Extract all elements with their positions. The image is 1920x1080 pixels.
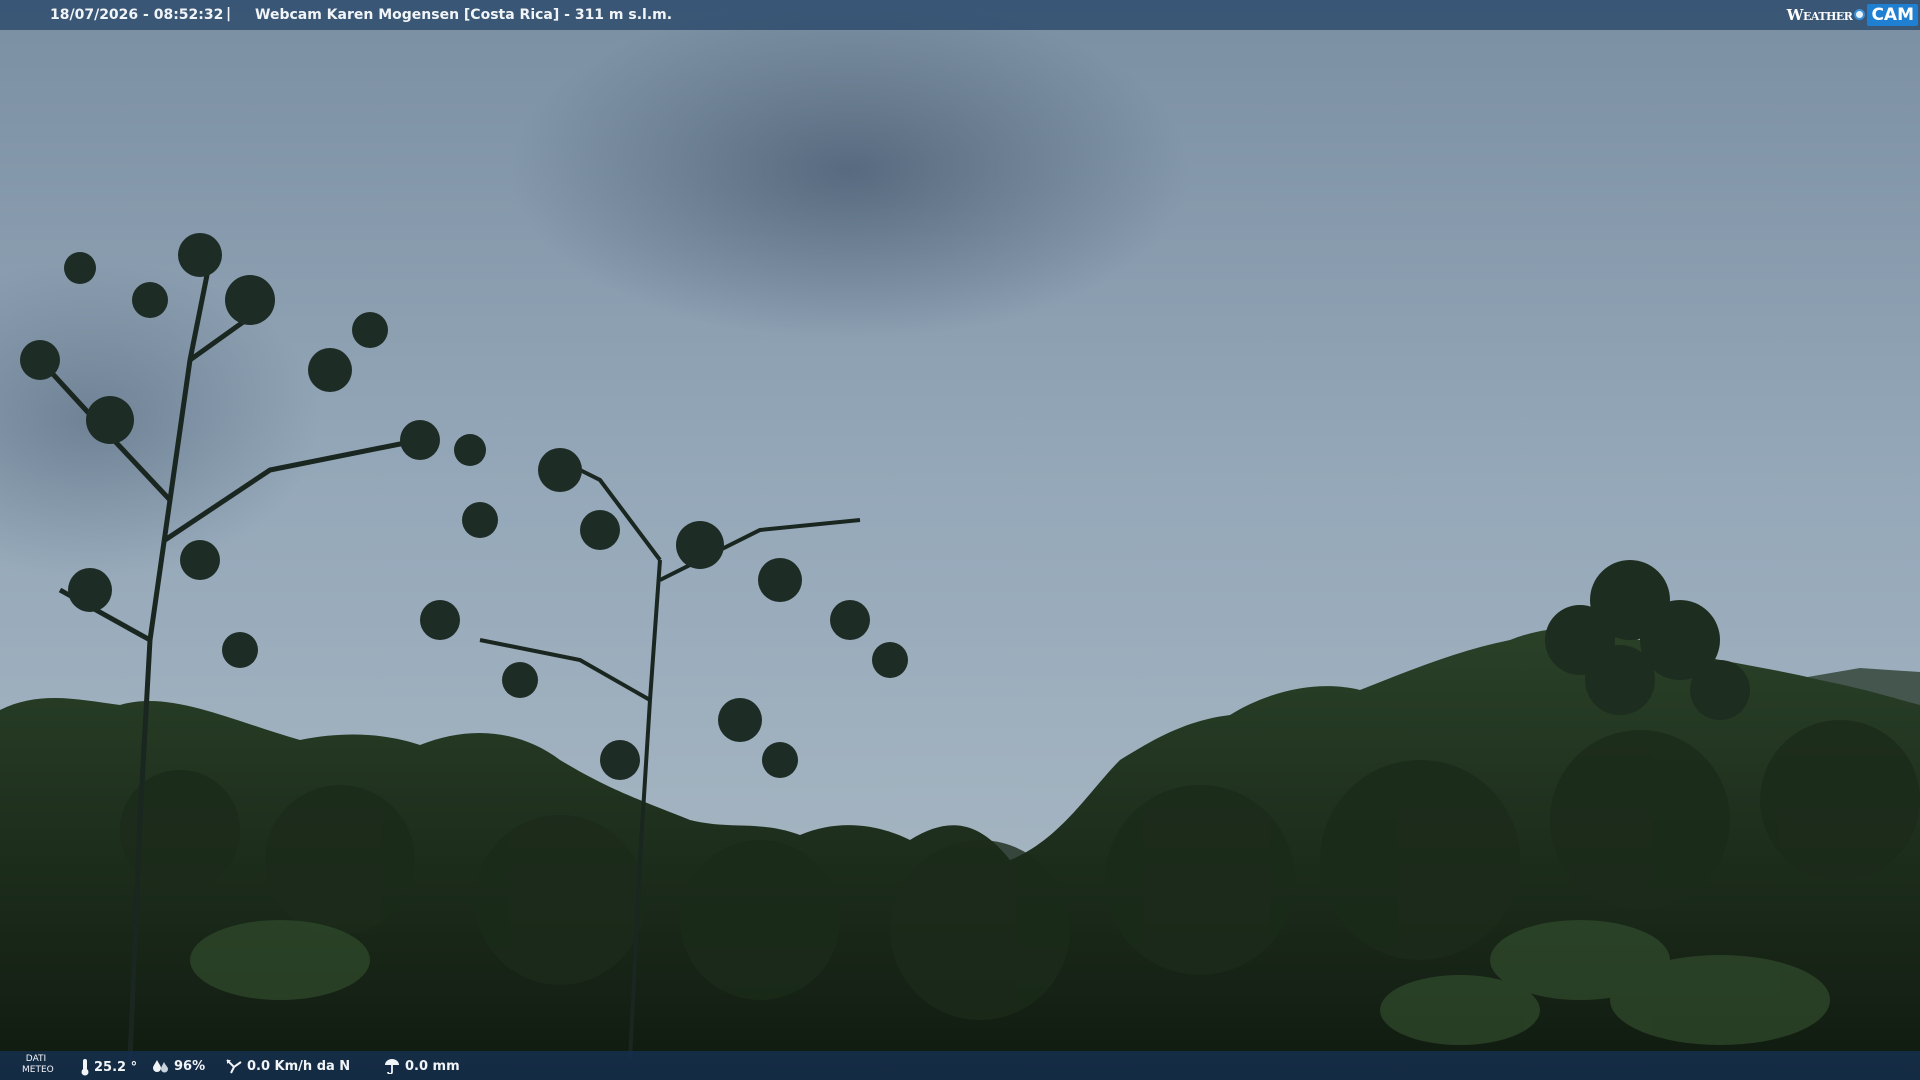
- rain-value: 0.0 mm: [405, 1058, 460, 1074]
- webcam-title: Webcam Karen Mogensen [Costa Rica] - 311…: [255, 7, 673, 23]
- dati-label: DATI: [25, 1054, 47, 1064]
- weathercam-logo[interactable]: Weather CAM: [1787, 1, 1918, 28]
- timestamp: 18/07/2026 - 08:52:32: [50, 7, 224, 23]
- wind-icon: [226, 1059, 242, 1074]
- meteo-label: METEO: [22, 1065, 54, 1075]
- temperature-value: 25.2 °: [94, 1059, 138, 1075]
- wind-readout: 0.0 Km/h da N: [225, 1058, 350, 1074]
- webcam-image: [0, 0, 1920, 1080]
- weather-data-bar: DATI METEO 25.2 ° 96% 0.0 Km/h da N 0.0 …: [0, 1051, 1920, 1080]
- logo-text-weather: Weather: [1786, 5, 1853, 24]
- dati-meteo-label: DATI METEO: [22, 1054, 54, 1076]
- humidity-icon: [153, 1060, 168, 1073]
- dark-cloud: [510, 0, 1190, 340]
- humidity-readout: 96%: [152, 1058, 205, 1074]
- separator: |: [226, 6, 232, 22]
- thermometer-icon: [81, 1059, 89, 1076]
- humidity-value: 96%: [174, 1058, 206, 1074]
- rain-readout: 0.0 mm: [383, 1058, 460, 1074]
- rain-gauge-icon: [385, 1059, 399, 1074]
- logo-dot-icon: [1854, 9, 1866, 20]
- temperature-readout: 25.2 °: [80, 1058, 137, 1076]
- top-overlay-bar: 18/07/2026 - 08:52:32 | Webcam Karen Mog…: [0, 0, 1920, 30]
- wind-value: 0.0 Km/h da N: [247, 1058, 351, 1074]
- logo-text-cam: CAM: [1867, 3, 1918, 26]
